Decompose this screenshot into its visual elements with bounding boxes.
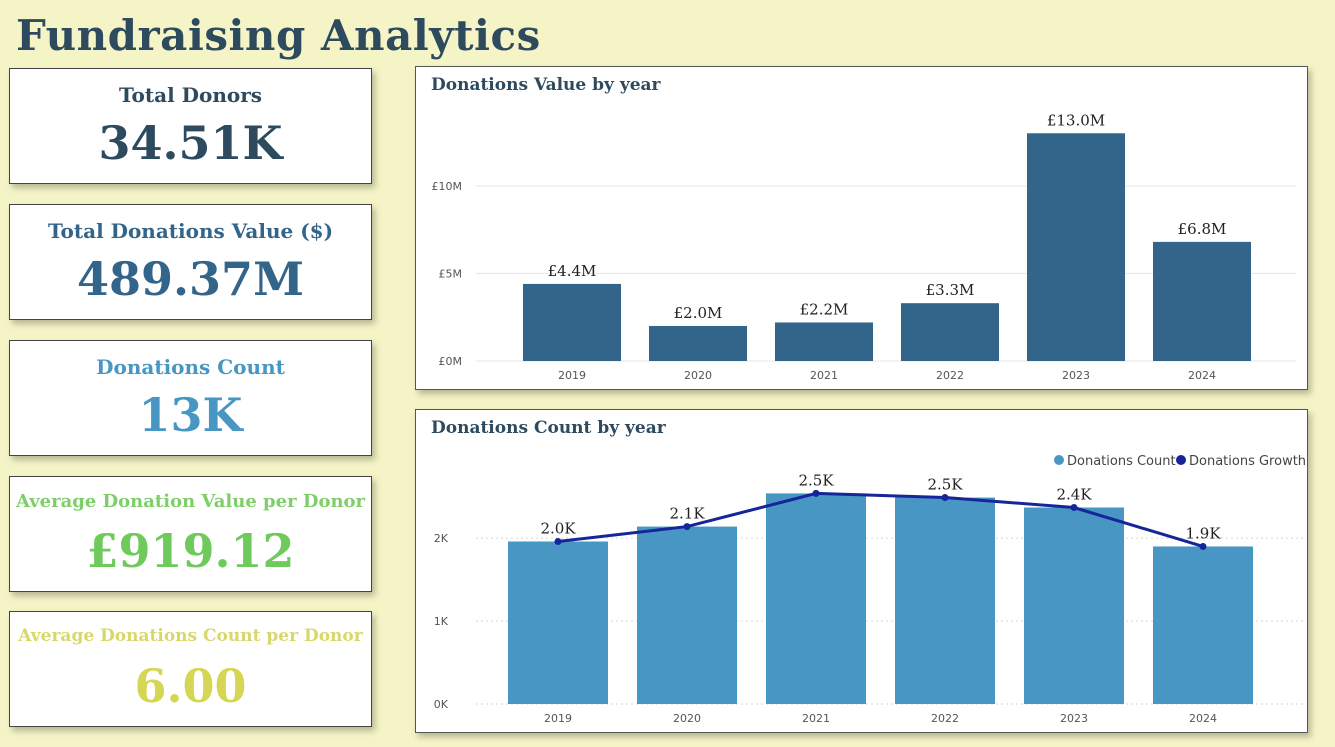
x-tick-label: 2021 (810, 369, 838, 382)
y-tick-label: 2K (434, 532, 449, 545)
growth-point (941, 494, 949, 502)
donations-value-chart: £0M £5M £10M £4.4M 2019 £2.0M 2020 £2.2M 2021 £3.… (432, 111, 1296, 382)
data-label: £4.4M (548, 262, 597, 280)
growth-point (1199, 542, 1207, 550)
x-tick-label: 2023 (1060, 712, 1088, 725)
data-label: 2.5K (927, 476, 963, 494)
legend-marker (1054, 455, 1064, 465)
kpi-card-total-donors[interactable]: Total Donors 34.51K (9, 68, 372, 184)
kpi-card-total-donations-value[interactable]: Total Donations Value ($) 489.37M (9, 204, 372, 320)
bar (901, 303, 999, 361)
bar (1024, 507, 1124, 704)
kpi-value: £919.12 (86, 524, 295, 578)
kpi-value: 13K (138, 388, 243, 442)
bar (523, 283, 621, 361)
bar (766, 493, 866, 704)
growth-point (1070, 504, 1078, 512)
bar (508, 541, 608, 704)
growth-point (683, 523, 691, 531)
x-tick-label: 2019 (544, 712, 572, 725)
x-tick-label: 2020 (684, 369, 712, 382)
growth-point (554, 537, 562, 545)
data-label: 2.4K (1056, 486, 1092, 504)
kpi-card-average-donation-value[interactable]: Average Donation Value per Donor £919.12 (9, 476, 372, 592)
x-tick-label: 2022 (931, 712, 959, 725)
x-tick-label: 2019 (558, 369, 586, 382)
data-label: 2.0K (540, 519, 576, 537)
y-tick-label: £5M (439, 267, 463, 280)
data-label: 2.1K (669, 505, 705, 523)
donations-count-chart: 0K 1K 2K Donations Count Donations Growth 201… (434, 454, 1306, 725)
bar (1027, 133, 1125, 361)
data-label: £13.0M (1047, 111, 1105, 129)
bar (775, 322, 873, 361)
y-tick-label: 0K (434, 698, 449, 711)
kpi-label: Average Donations Count per Donor (18, 626, 363, 646)
bar (637, 526, 737, 704)
kpi-value: 6.00 (134, 659, 247, 713)
bar (649, 325, 747, 361)
kpi-value: 489.37M (77, 252, 304, 306)
x-tick-label: 2022 (936, 369, 964, 382)
kpi-card-donations-count[interactable]: Donations Count 13K (9, 340, 372, 456)
kpi-label: Average Donation Value per Donor (15, 491, 366, 512)
donations-count-chart-card[interactable]: Donations Count by year 0K 1K 2K Donations … (415, 409, 1308, 733)
data-label: £2.0M (674, 304, 723, 322)
data-label: 2.5K (798, 471, 834, 489)
x-tick-label: 2021 (802, 712, 830, 725)
kpi-card-average-donations-count[interactable]: Average Donations Count per Donor 6.00 (9, 611, 372, 727)
legend-marker (1176, 455, 1186, 465)
kpi-label: Total Donations Value ($) (47, 219, 334, 243)
bar (895, 497, 995, 704)
data-label: 1.9K (1185, 524, 1221, 542)
bar (1153, 546, 1253, 704)
legend-label: Donations Count (1067, 454, 1176, 469)
x-tick-label: 2023 (1062, 369, 1090, 382)
y-tick-label: 1K (434, 615, 449, 628)
data-label: £6.8M (1178, 220, 1227, 238)
bar (1153, 241, 1251, 361)
y-tick-label: £10M (432, 180, 463, 193)
data-label: £2.2M (800, 300, 849, 318)
legend-label: Donations Growth (1189, 454, 1306, 469)
donations-value-chart-card[interactable]: Donations Value by year £0M £5M £10M £4.4M 2… (415, 66, 1308, 390)
kpi-label: Donations Count (96, 355, 285, 379)
data-label: £3.3M (926, 281, 975, 299)
kpi-value: 34.51K (98, 116, 283, 170)
x-tick-label: 2024 (1188, 369, 1216, 382)
x-tick-label: 2020 (673, 712, 701, 725)
x-tick-label: 2024 (1189, 712, 1217, 725)
kpi-label: Total Donors (118, 83, 263, 107)
growth-point (812, 489, 820, 497)
y-tick-label: £0M (439, 355, 463, 368)
page-title: Fundraising Analytics (16, 11, 541, 60)
